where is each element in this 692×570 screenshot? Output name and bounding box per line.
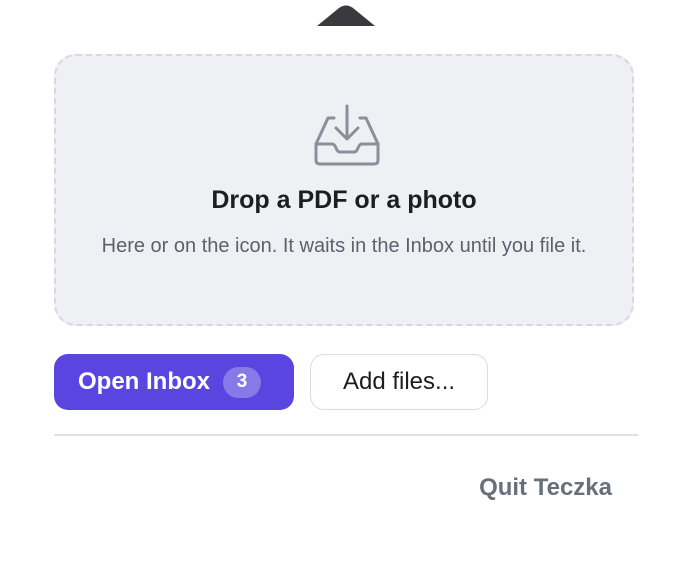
drop-zone-subtitle: Here or on the icon. It waits in the Inb… <box>101 235 587 257</box>
open-inbox-button[interactable]: Open Inbox 3 <box>54 354 294 410</box>
popover-arrow <box>317 5 375 26</box>
divider <box>54 434 638 436</box>
drop-zone-title: Drop a PDF or a photo <box>211 186 477 214</box>
menu-bar-popover: Drop a PDF or a photo Here or on the ico… <box>0 0 692 570</box>
quit-menu-item[interactable]: Quit Teczka <box>479 474 612 502</box>
open-inbox-label: Open Inbox <box>78 368 210 395</box>
file-drop-zone[interactable]: Drop a PDF or a photo Here or on the ico… <box>54 54 634 326</box>
inbox-count-badge: 3 <box>223 366 261 398</box>
add-files-button[interactable]: Add files... <box>310 354 488 410</box>
